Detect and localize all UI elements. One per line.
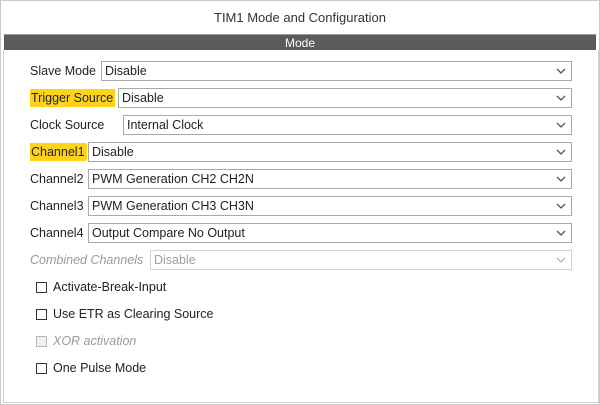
slave-mode-select[interactable]: Disable (101, 61, 572, 81)
chevron-down-icon (556, 176, 566, 182)
chevron-down-icon (556, 149, 566, 155)
trigger-source-label: Trigger Source (30, 89, 116, 107)
channel1-value: Disable (92, 145, 134, 159)
mode-section-header[interactable]: Mode (4, 34, 596, 51)
channel1-row: Channel1 (30, 141, 87, 163)
use-etr-clearing-option[interactable]: Use ETR as Clearing Source (36, 305, 213, 323)
chevron-down-icon (556, 230, 566, 236)
channel1-label: Channel1 (30, 143, 87, 161)
activate-break-input-checkbox[interactable] (36, 281, 47, 293)
xor-activation-label: XOR activation (53, 334, 137, 348)
mode-panel: Slave Mode Disable Trigger Source Disabl… (3, 50, 599, 403)
use-etr-clearing-checkbox[interactable] (36, 308, 47, 320)
combined-channels-value: Disable (154, 253, 196, 267)
slave-mode-row: Slave Mode (30, 60, 98, 82)
channel3-label: Channel3 (30, 199, 84, 213)
combined-channels-row: Combined Channels (30, 249, 145, 271)
channel2-value: PWM Generation CH2 CH2N (92, 172, 254, 186)
window-title: TIM1 Mode and Configuration (1, 1, 599, 34)
clock-source-value: Internal Clock (127, 118, 204, 132)
channel2-select[interactable]: PWM Generation CH2 CH2N (88, 169, 572, 189)
trigger-source-value: Disable (122, 91, 164, 105)
one-pulse-mode-option[interactable]: One Pulse Mode (36, 359, 146, 377)
use-etr-clearing-label: Use ETR as Clearing Source (53, 307, 214, 321)
channel4-row: Channel4 (30, 222, 86, 244)
chevron-down-icon (556, 257, 566, 263)
one-pulse-mode-label: One Pulse Mode (53, 361, 147, 375)
clock-source-label: Clock Source (30, 118, 105, 132)
one-pulse-mode-checkbox[interactable] (36, 362, 47, 374)
combined-channels-select: Disable (150, 250, 572, 270)
trigger-source-row: Trigger Source (30, 87, 116, 109)
chevron-down-icon (556, 95, 566, 101)
channel4-value: Output Compare No Output (92, 226, 245, 240)
clock-source-row: Clock Source (30, 114, 106, 136)
xor-activation-option: XOR activation (36, 332, 136, 350)
channel2-label: Channel2 (30, 172, 84, 186)
channel2-row: Channel2 (30, 168, 86, 190)
activate-break-input-label: Activate-Break-Input (53, 280, 167, 294)
slave-mode-label: Slave Mode (30, 64, 97, 78)
chevron-down-icon (556, 203, 566, 209)
combined-channels-label: Combined Channels (30, 253, 144, 267)
channel3-value: PWM Generation CH3 CH3N (92, 199, 254, 213)
chevron-down-icon (556, 122, 566, 128)
tim1-config-window: TIM1 Mode and Configuration Mode Slave M… (0, 0, 600, 405)
trigger-source-select[interactable]: Disable (118, 88, 572, 108)
clock-source-select[interactable]: Internal Clock (123, 115, 572, 135)
channel4-label: Channel4 (30, 226, 84, 240)
channel3-row: Channel3 (30, 195, 86, 217)
channel1-select[interactable]: Disable (88, 142, 572, 162)
channel3-select[interactable]: PWM Generation CH3 CH3N (88, 196, 572, 216)
chevron-down-icon (556, 68, 566, 74)
slave-mode-value: Disable (105, 64, 147, 78)
xor-activation-checkbox (36, 335, 47, 347)
activate-break-input-option[interactable]: Activate-Break-Input (36, 278, 166, 296)
channel4-select[interactable]: Output Compare No Output (88, 223, 572, 243)
